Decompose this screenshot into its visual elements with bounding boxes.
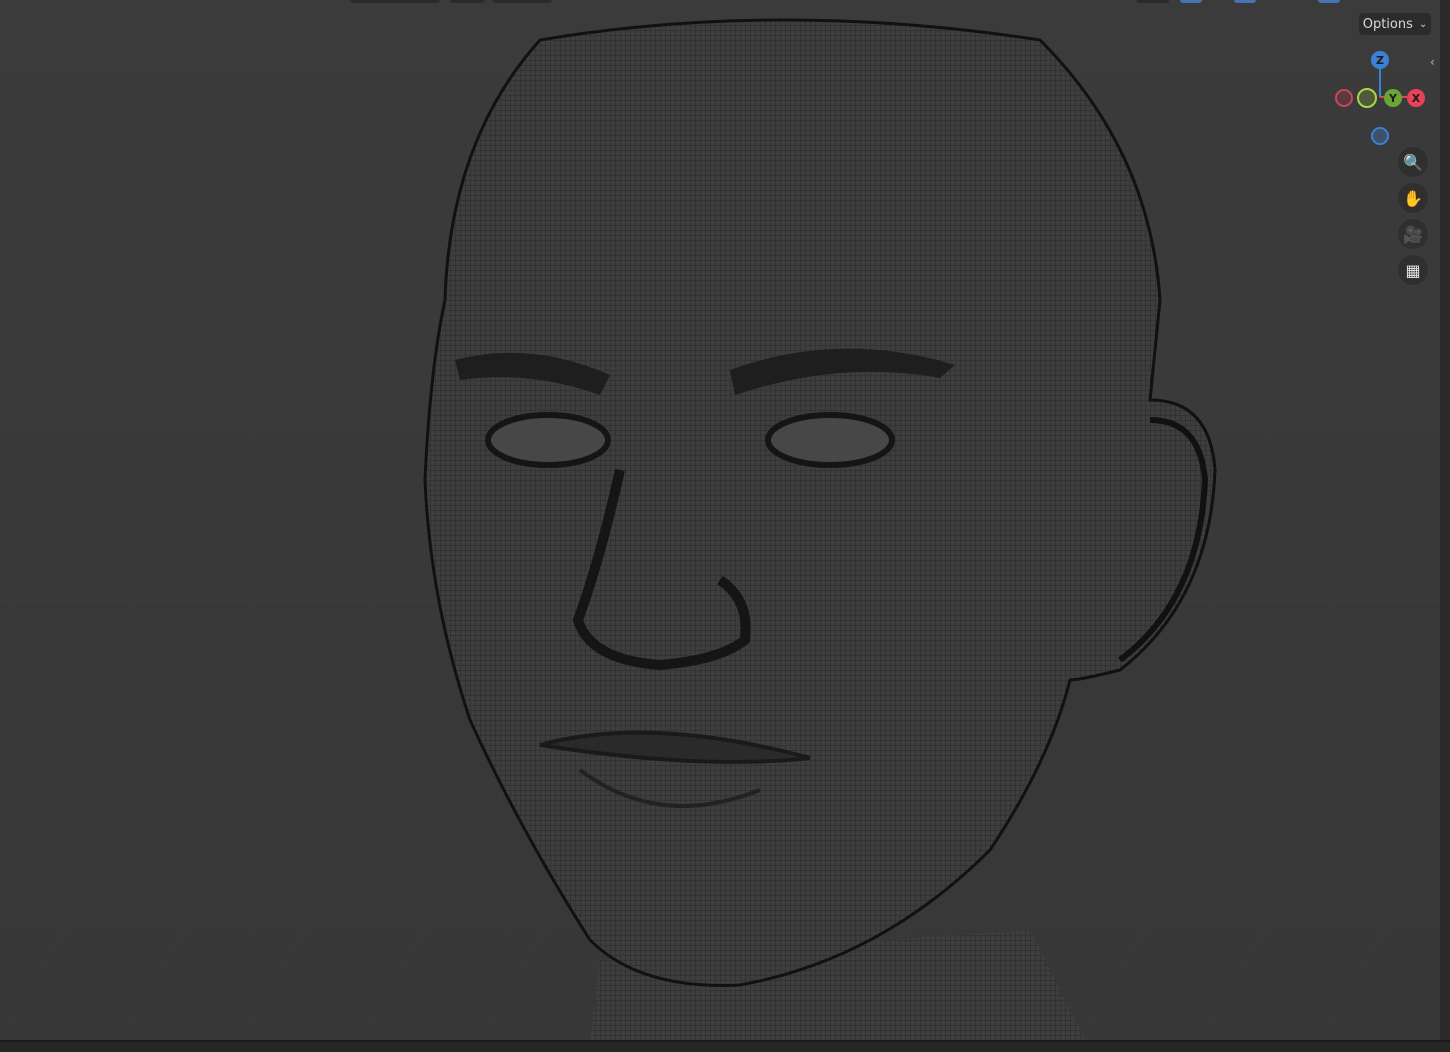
header-stub[interactable] — [492, 0, 552, 3]
gizmo-axis-z[interactable]: Z — [1371, 51, 1389, 69]
gizmo-axis-y[interactable]: Y — [1384, 89, 1402, 107]
header-stub-active[interactable] — [1180, 0, 1202, 3]
gizmo-axis-neg-z[interactable] — [1371, 127, 1389, 145]
left-eye — [485, 412, 611, 468]
zoom-icon: 🔍 — [1403, 152, 1423, 172]
options-dropdown[interactable]: Options ⌄ — [1359, 13, 1431, 35]
camera-view-button[interactable]: 🎥 — [1398, 219, 1428, 249]
grid-perspective-icon: ▦ — [1405, 260, 1421, 280]
gizmo-axis-x[interactable]: X — [1407, 89, 1425, 107]
pan-button[interactable]: ✋ — [1398, 183, 1428, 213]
bottom-timeline-header[interactable] — [0, 1040, 1450, 1052]
header-stub[interactable] — [350, 0, 440, 3]
header-stub[interactable] — [1137, 0, 1169, 3]
header-stub-active[interactable] — [1318, 0, 1340, 3]
hand-pan-icon: ✋ — [1403, 188, 1423, 208]
toggle-perspective-button[interactable]: ▦ — [1398, 255, 1428, 285]
options-label: Options — [1362, 16, 1413, 32]
gizmo-axis-neg-x[interactable] — [1335, 89, 1353, 107]
header-stub-active[interactable] — [1234, 0, 1256, 3]
zoom-button[interactable]: 🔍 — [1398, 147, 1428, 177]
area-divider[interactable] — [1440, 0, 1450, 1050]
3d-viewport[interactable]: Options ⌄ Z Y X 🔍 ✋ 🎥 ▦ ‹ — [0, 0, 1440, 1040]
head-wireframe-mesh — [0, 18, 1440, 1040]
header-stub[interactable] — [450, 0, 485, 3]
sidebar-toggle-icon[interactable]: ‹ — [1430, 55, 1435, 69]
gizmo-axis-neg-y[interactable] — [1357, 88, 1377, 108]
right-eye — [765, 412, 895, 468]
chevron-down-icon: ⌄ — [1418, 18, 1428, 30]
camera-icon: 🎥 — [1403, 224, 1423, 244]
